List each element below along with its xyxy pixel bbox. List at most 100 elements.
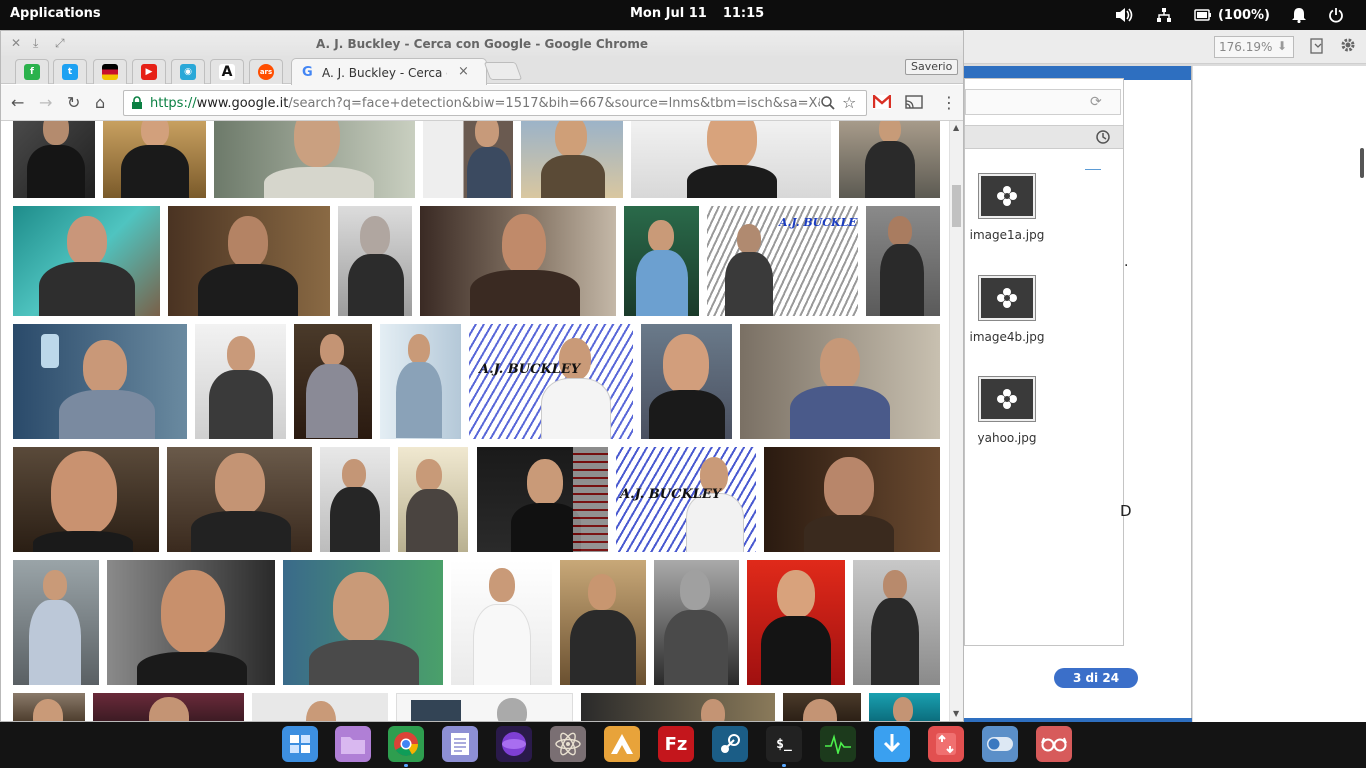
image-result[interactable]	[93, 693, 244, 721]
image-result[interactable]	[13, 560, 99, 685]
cast-icon[interactable]	[905, 95, 923, 112]
image-result[interactable]	[168, 206, 330, 316]
image-result[interactable]	[167, 447, 312, 552]
pinned-tab-anandtech[interactable]: A	[210, 59, 244, 84]
image-result[interactable]	[764, 447, 940, 552]
image-result[interactable]	[641, 324, 732, 439]
path-bar[interactable]: ⟳	[965, 89, 1121, 115]
file-item[interactable]: image1a.jpg	[969, 173, 1045, 242]
image-result[interactable]	[13, 324, 187, 439]
back-icon[interactable]: ←	[11, 93, 24, 112]
browser-icon[interactable]	[496, 726, 532, 762]
image-result[interactable]	[396, 693, 573, 721]
scroll-up-icon[interactable]: ▲	[953, 123, 959, 132]
reload-icon[interactable]: ⟳	[1090, 94, 1102, 110]
address-bar[interactable]: https://www.google.it/search?q=face+dete…	[123, 90, 867, 116]
download-icon[interactable]	[874, 726, 910, 762]
reload-icon[interactable]: ↻	[67, 93, 80, 112]
image-result[interactable]	[283, 560, 443, 685]
pushbullet-icon[interactable]	[604, 726, 640, 762]
image-result[interactable]	[13, 447, 159, 552]
vertical-scrollbar[interactable]: ▲ ▼	[949, 121, 963, 721]
gear-icon[interactable]	[1340, 37, 1356, 56]
file-manager-icon[interactable]	[282, 726, 318, 762]
bookmark-star-icon[interactable]: ☆	[842, 93, 856, 112]
scroll-down-icon[interactable]: ▼	[953, 709, 959, 718]
scrollbar-thumb[interactable]	[1360, 148, 1364, 178]
image-result[interactable]	[13, 121, 95, 198]
bell-icon[interactable]	[1292, 7, 1306, 23]
filezilla-icon[interactable]: Fz	[658, 726, 694, 762]
image-result[interactable]	[380, 324, 461, 439]
image-result[interactable]	[631, 121, 831, 198]
image-result[interactable]	[195, 324, 286, 439]
image-result[interactable]	[521, 121, 623, 198]
image-result[interactable]	[740, 324, 940, 439]
image-result[interactable]	[783, 693, 861, 721]
image-result[interactable]	[423, 121, 513, 198]
image-result[interactable]	[869, 693, 940, 721]
battery-indicator[interactable]: (100%)	[1194, 8, 1270, 23]
pinned-tab-twitter[interactable]: t	[53, 59, 87, 84]
image-result[interactable]	[398, 447, 468, 552]
file-item[interactable]: image4b.jpg	[969, 275, 1045, 344]
applications-menu[interactable]: Applications	[10, 6, 101, 21]
gmail-icon[interactable]	[872, 93, 892, 112]
steam-icon[interactable]	[712, 726, 748, 762]
image-result[interactable]	[214, 121, 415, 198]
chrome-icon[interactable]	[388, 726, 424, 762]
network-icon[interactable]	[1156, 7, 1172, 23]
system-monitor-icon[interactable]	[820, 726, 856, 762]
image-result[interactable]	[107, 560, 275, 685]
image-result[interactable]	[13, 206, 160, 316]
tab-google-search[interactable]: G A. J. Buckley - Cerca con Google ×	[291, 58, 487, 85]
zoom-search-icon[interactable]	[820, 95, 836, 114]
history-icon[interactable]	[1095, 129, 1111, 148]
image-result[interactable]	[853, 560, 940, 685]
image-result[interactable]	[451, 560, 552, 685]
scrollbar-thumb[interactable]	[952, 185, 961, 227]
pinned-tab-feedly[interactable]: f	[15, 59, 49, 84]
volume-icon[interactable]	[1114, 7, 1134, 23]
image-result[interactable]	[477, 447, 608, 552]
home-icon[interactable]: ⌂	[95, 93, 105, 112]
power-icon[interactable]	[1328, 7, 1344, 23]
atom-icon[interactable]	[550, 726, 586, 762]
toggle-switch-icon[interactable]	[982, 726, 1018, 762]
folder-icon[interactable]	[335, 726, 371, 762]
image-result[interactable]	[560, 560, 646, 685]
image-result[interactable]: A.J. BUCKLEY	[469, 324, 633, 439]
clock[interactable]: Mon Jul 11 11:15	[630, 6, 780, 21]
pinned-tab-app[interactable]: ◉	[171, 59, 205, 84]
forward-icon[interactable]: →	[39, 93, 52, 112]
new-tab-button[interactable]	[483, 62, 523, 80]
image-result[interactable]	[252, 693, 388, 721]
image-result[interactable]	[866, 206, 940, 316]
image-result[interactable]	[294, 324, 372, 439]
image-result[interactable]: A.J. BUCKLEY	[616, 447, 756, 552]
image-result[interactable]	[581, 693, 775, 721]
reader-glasses-icon[interactable]	[1036, 726, 1072, 762]
bookmark-icon[interactable]	[1310, 38, 1324, 57]
pinned-tab-youtube[interactable]: ▶	[132, 59, 166, 84]
image-result[interactable]	[338, 206, 412, 316]
image-result[interactable]	[654, 560, 739, 685]
pinned-tab-flag[interactable]	[93, 59, 127, 84]
close-tab-icon[interactable]: ×	[458, 64, 469, 79]
image-result[interactable]	[747, 560, 845, 685]
text-editor-icon[interactable]	[442, 726, 478, 762]
menu-icon[interactable]: ⋮	[941, 93, 957, 112]
image-result[interactable]	[13, 693, 85, 721]
profile-button[interactable]: Saverio	[905, 59, 959, 75]
window-titlebar[interactable]: ✕ ⤓ ⤢ A. J. Buckley - Cerca con Google -…	[1, 31, 963, 56]
terminal-icon[interactable]: $_	[766, 726, 802, 762]
image-result[interactable]	[624, 206, 699, 316]
image-result[interactable]	[839, 121, 940, 198]
image-result[interactable]	[103, 121, 206, 198]
image-result[interactable]	[320, 447, 390, 552]
zoom-field[interactable]: 176.19% ⬇	[1214, 36, 1294, 58]
file-item[interactable]: yahoo.jpg	[969, 376, 1045, 445]
pinned-tab-ars[interactable]: ars	[249, 59, 283, 84]
updater-icon[interactable]	[928, 726, 964, 762]
image-result[interactable]	[420, 206, 616, 316]
